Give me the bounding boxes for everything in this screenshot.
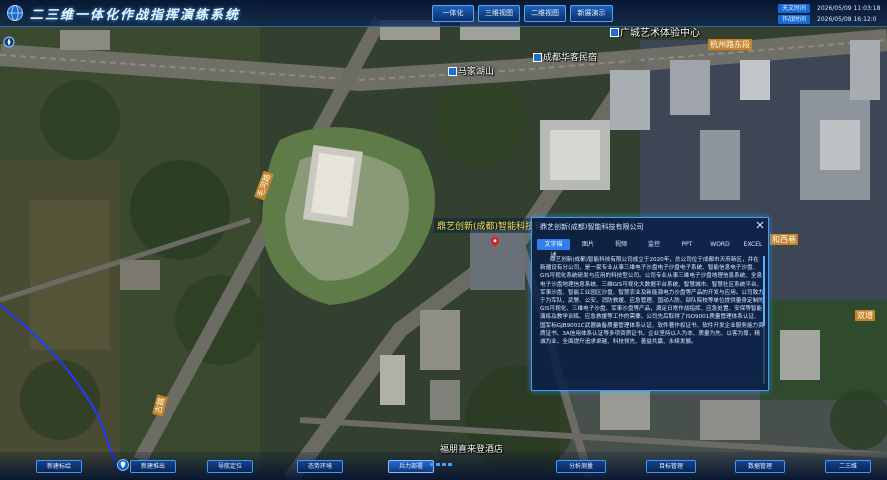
operation-time-button[interactable]: 作战时间 xyxy=(778,15,811,24)
analysis-measure-button[interactable]: 分析测量 xyxy=(556,460,606,473)
close-icon[interactable] xyxy=(756,221,764,229)
tab-demo[interactable]: 新展演示 xyxy=(570,5,613,22)
poi-marker[interactable] xyxy=(610,28,619,37)
navigation-button[interactable]: 导航定位 xyxy=(207,460,253,473)
scrollbar-thumb[interactable] xyxy=(763,256,765,326)
data-management-button[interactable]: 数据管理 xyxy=(735,460,785,473)
tab-video[interactable]: 视频 xyxy=(606,239,636,250)
road-label-shuangxin: 双增 xyxy=(855,310,875,321)
tab-excel[interactable]: EXCEL xyxy=(738,239,768,250)
target-management-button[interactable]: 目标管理 xyxy=(646,460,696,473)
globe-icon xyxy=(7,5,23,21)
tab-3d-view[interactable]: 三维视图 xyxy=(478,5,520,22)
astronomical-time-button[interactable]: 天文时间 xyxy=(778,4,811,13)
compass-icon[interactable] xyxy=(3,36,15,48)
top-bar: 二三维一体化作战指挥演练系统 一体化 三维视图 二维视图 新展演示 天文时间 作… xyxy=(0,0,887,27)
popup-title: 鼎艺创新(成都)智能科技有限公司 xyxy=(540,223,644,231)
time-panel: 天文时间 作战时间 2026/05/09 11:03:18 2026/05/08… xyxy=(749,2,887,24)
view-tabs: 一体化 三维视图 二维视图 新展演示 xyxy=(432,5,613,22)
new-plot-button[interactable]: 新建标绘 xyxy=(36,460,82,473)
force-deployment-button[interactable]: 兵力部署 xyxy=(388,460,434,473)
selected-poi-label[interactable]: 鼎艺创新(成都)智能科技有 xyxy=(434,218,547,233)
popup-description-text: 鼎艺创新(成都)智能科技有限公司成立于2020年，总公司位于成都市天府新区，并在… xyxy=(540,257,764,346)
map-label-mahuanfu[interactable]: 马家湖山 xyxy=(458,64,494,77)
popup-tabs: 文字描述 图片 视频 监控 PPT WORD EXCEL xyxy=(537,239,768,259)
tab-text-description[interactable]: 文字描述 xyxy=(537,239,570,259)
poi-marker[interactable] xyxy=(448,67,457,76)
operation-time: 2026/05/08 16:12:0 xyxy=(817,16,877,23)
poi-marker[interactable] xyxy=(533,53,542,62)
location-pin-icon[interactable] xyxy=(117,459,129,471)
progress-dots xyxy=(430,463,452,466)
info-popup: 鼎艺创新(成都)智能科技有限公司 文字描述 图片 视频 监控 PPT WORD … xyxy=(531,217,769,391)
situation-env-button[interactable]: 态势环境 xyxy=(297,460,343,473)
map-label-guangcheng[interactable]: 广城艺术体验中心 xyxy=(620,24,700,39)
app-title: 二三维一体化作战指挥演练系统 xyxy=(30,8,241,23)
road-label-right: 和西巷 xyxy=(770,234,798,245)
new-exit-button[interactable]: 新建推出 xyxy=(130,460,176,473)
map-label-hangkang: 杭州路东段 xyxy=(708,39,752,50)
switch-2d-3d-button[interactable]: 二三维 xyxy=(825,460,871,473)
tab-images[interactable]: 图片 xyxy=(573,239,603,250)
tab-word[interactable]: WORD xyxy=(705,239,735,250)
tab-ppt[interactable]: PPT xyxy=(672,239,702,250)
tab-2d-view[interactable]: 二维视图 xyxy=(524,5,566,22)
tab-monitoring[interactable]: 监控 xyxy=(639,239,669,250)
location-pin-icon[interactable] xyxy=(491,237,499,247)
astronomical-time: 2026/05/09 11:03:18 xyxy=(817,5,881,12)
tab-integrated[interactable]: 一体化 xyxy=(432,5,474,22)
map-label-chengdu-guest[interactable]: 成都华客民宿 xyxy=(543,50,597,63)
